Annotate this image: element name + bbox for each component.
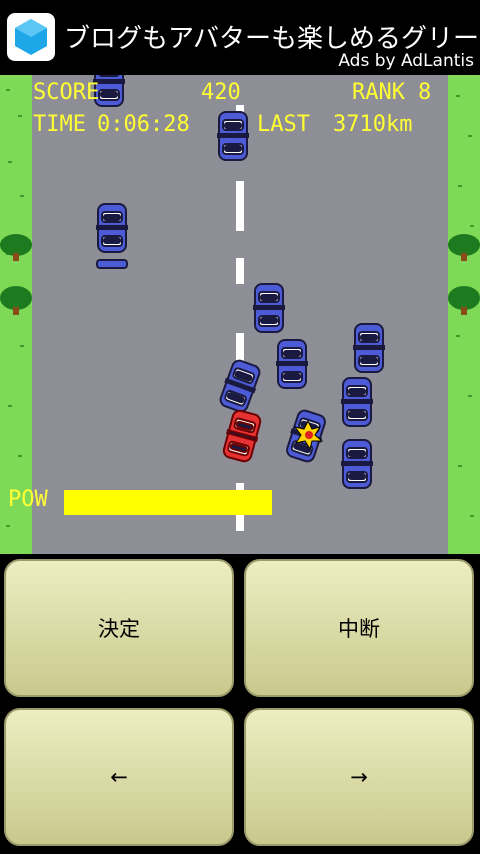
confirm-button[interactable]: 決定	[4, 559, 234, 697]
steer-left-button[interactable]: ←	[4, 708, 234, 846]
rank-value: 8	[418, 80, 432, 105]
ad-banner[interactable]: ブログもアバターも楽しめるグリー Ads by AdLantis	[0, 0, 480, 75]
distance-label: LAST	[257, 112, 310, 137]
distance-value: 3710km	[333, 112, 413, 137]
steer-right-button[interactable]: →	[244, 708, 474, 846]
ad-title: ブログもアバターも楽しめるグリー	[64, 24, 479, 54]
score-label: SCORE	[33, 80, 100, 105]
ad-credit: Ads by AdLantis	[338, 51, 474, 71]
lane-markings	[236, 105, 244, 531]
score-value: 420	[201, 80, 241, 105]
rank-label: RANK	[352, 80, 405, 105]
hexagon-app-icon	[7, 13, 55, 61]
pow-label: POW	[8, 487, 48, 512]
time-value: 0:06:28	[97, 112, 190, 137]
pow-bar	[64, 490, 272, 515]
road-scene	[0, 75, 480, 531]
player-car	[220, 407, 264, 465]
game-field: SCORE 420 RANK 8 TIME 0:06:28 LAST 3710k…	[0, 75, 480, 554]
time-label: TIME	[33, 112, 86, 137]
pause-button[interactable]: 中断	[244, 559, 474, 697]
control-panel: 決定 中断 ← →	[0, 555, 480, 854]
